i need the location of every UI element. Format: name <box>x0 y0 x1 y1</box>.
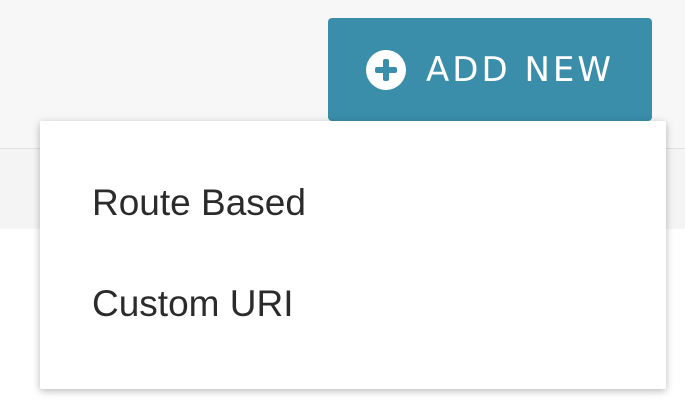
add-new-dropdown-menu: Route Based Custom URI <box>40 121 666 389</box>
add-new-button[interactable]: ADD NEW <box>328 18 652 121</box>
menu-item-label: Custom URI <box>92 283 294 324</box>
menu-item-label: Route Based <box>92 182 306 223</box>
menu-item-route-based[interactable]: Route Based <box>40 161 666 245</box>
add-new-label: ADD NEW <box>426 49 614 90</box>
plus-circle-icon <box>366 49 407 90</box>
menu-item-custom-uri[interactable]: Custom URI <box>40 262 666 346</box>
